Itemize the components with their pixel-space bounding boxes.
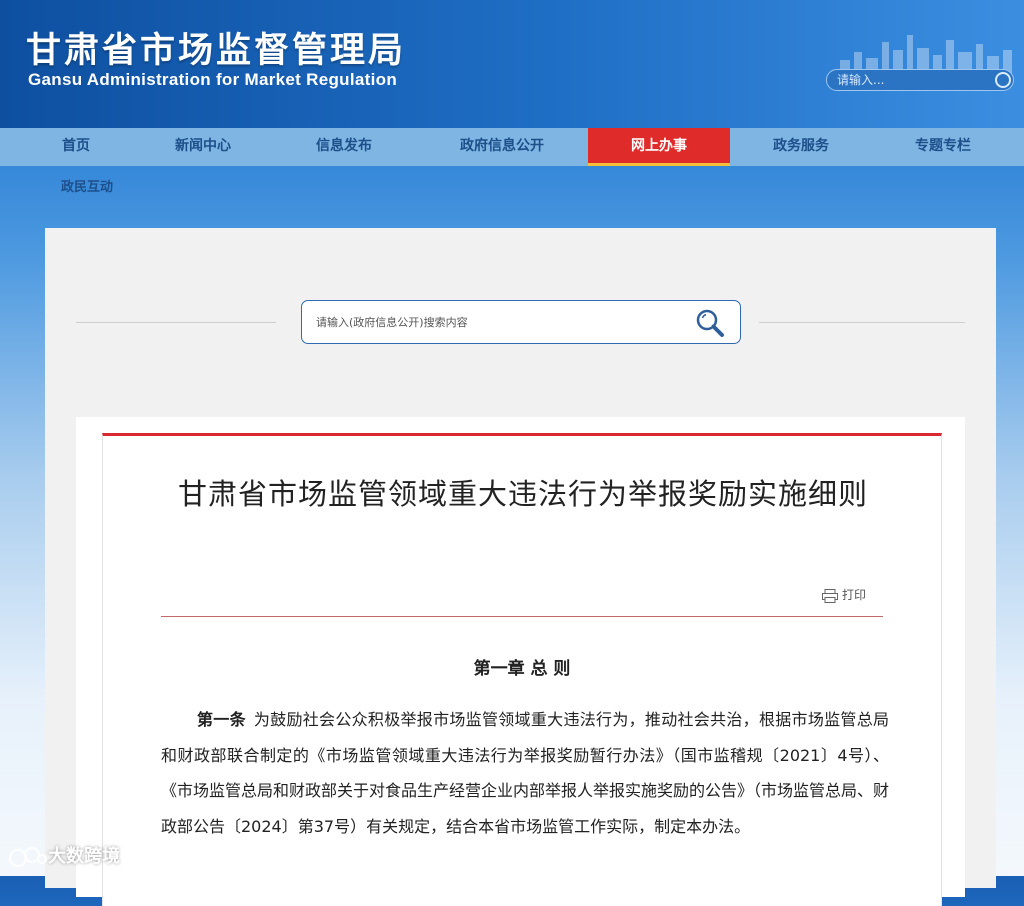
site-title: 甘肃省市场监督管理局 [26, 31, 407, 71]
article-paragraph: 第一条 为鼓励社会公众积极举报市场监管领域重大违法行为，推动社会共治，根据市场监管… [161, 702, 889, 844]
printer-icon [821, 588, 838, 603]
nav-item-special-topics[interactable]: 专题专栏 [896, 128, 990, 166]
title-divider [161, 616, 883, 617]
nav-item-news[interactable]: 新闻中心 [158, 128, 248, 166]
nav-item-gov-services[interactable]: 政务服务 [754, 128, 848, 166]
gov-info-search-box [301, 300, 741, 344]
article: 甘肃省市场监管领域重大违法行为举报奖励实施细则 打印 第一章 总 则 第一条 为鼓… [102, 433, 942, 906]
print-button[interactable]: 打印 [821, 586, 866, 603]
divider-right [759, 322, 965, 323]
nav-item-online-services[interactable]: 网上办事 [588, 128, 730, 166]
divider-left [76, 322, 276, 323]
print-label: 打印 [841, 588, 866, 602]
gov-info-search-input[interactable] [316, 313, 676, 331]
watermark-text: 大数跨境 [48, 846, 120, 867]
search-icon[interactable] [995, 72, 1011, 88]
nav-item-gov-info-public[interactable]: 政府信息公开 [440, 128, 564, 166]
site-header: 甘肃省市场监督管理局 Gansu Administration for Mark… [0, 0, 1024, 128]
main-nav: 首页 新闻中心 信息发布 政府信息公开 网上办事 政务服务 专题专栏 [0, 128, 1024, 166]
article-title: 甘肃省市场监管领域重大违法行为举报奖励实施细则 [177, 477, 868, 511]
article-container: 甘肃省市场监管领域重大违法行为举报奖励实施细则 打印 第一章 总 则 第一条 为鼓… [76, 417, 965, 906]
watermark: 大数跨境 [8, 842, 120, 869]
nav-item-info-release[interactable]: 信息发布 [298, 128, 390, 166]
article-body: 为鼓励社会公众积极举报市场监管领域重大违法行为，推动社会共治，根据市场监管总局和… [161, 710, 890, 836]
nav-item-home[interactable]: 首页 [40, 128, 112, 166]
header-search-box [826, 69, 1014, 91]
watermark-logo-icon [9, 847, 47, 867]
header-search-input[interactable] [837, 72, 987, 88]
nav-item-interaction[interactable]: 政民互动 [61, 176, 113, 195]
content-panel: 甘肃省市场监管领域重大违法行为举报奖励实施细则 打印 第一章 总 则 第一条为鼓… [45, 228, 996, 906]
chapter-heading: 第一章 总 则 [473, 659, 571, 679]
magnifier-icon[interactable] [694, 307, 726, 339]
article-lead: 第一条 [197, 710, 246, 729]
site-subtitle: Gansu Administration for Market Regulati… [28, 70, 398, 89]
